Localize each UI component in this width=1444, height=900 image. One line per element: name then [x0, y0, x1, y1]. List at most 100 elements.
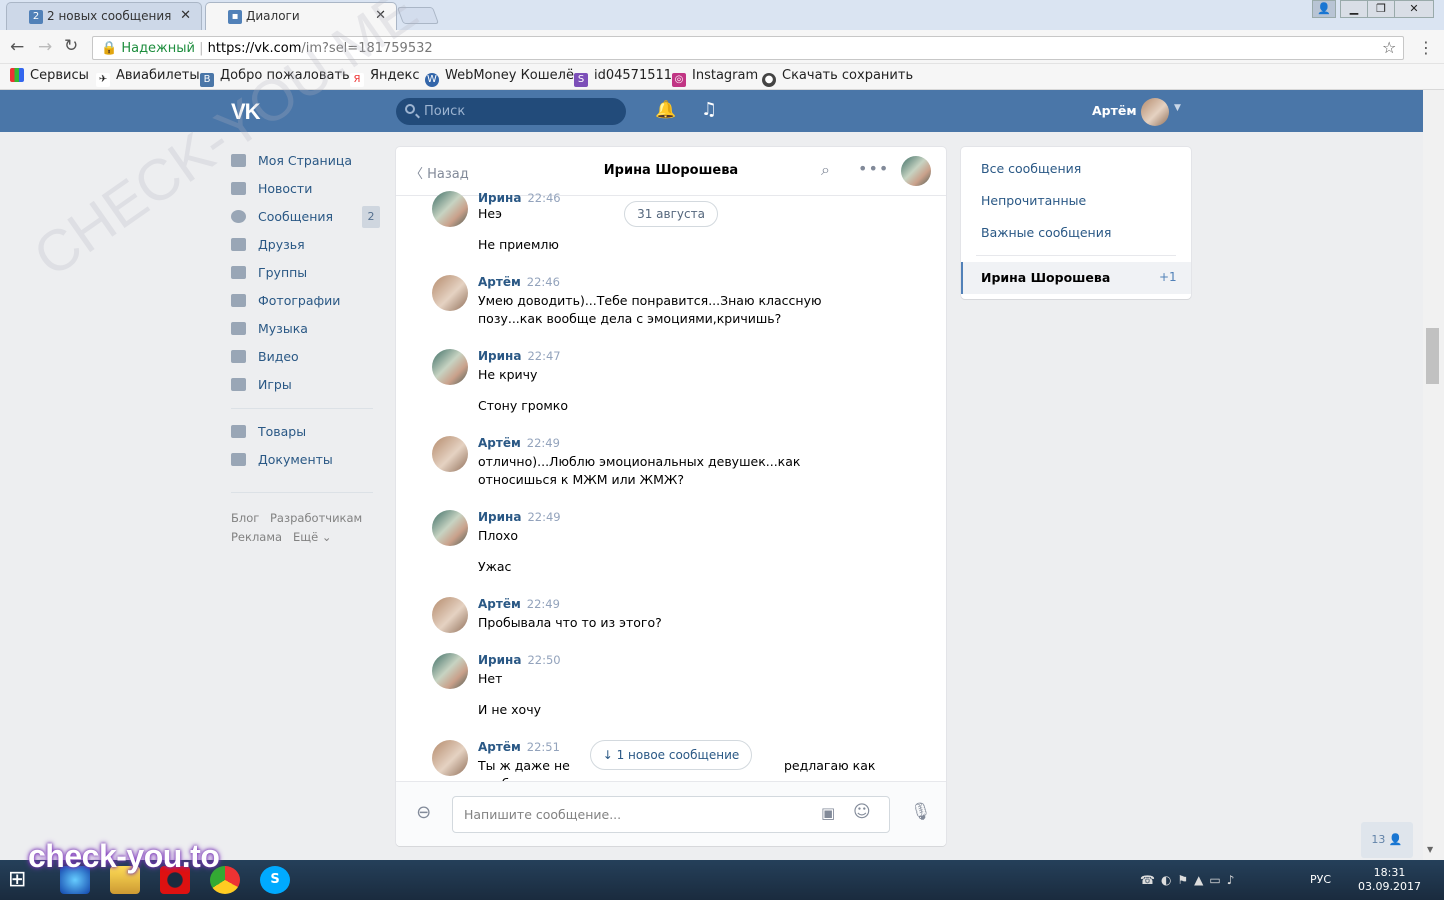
message-author[interactable]: Ирина 22:47 [478, 349, 561, 363]
filter-important[interactable]: Важные сообщения [981, 225, 1111, 240]
skype-icon[interactable]: S [260, 866, 290, 894]
back-button[interactable]: 〈 Назад [410, 163, 469, 182]
bookmark-webmoney[interactable]: W WebMoney Кошелё [425, 68, 574, 87]
composer: ⊘ Напишите сообщение... ▣ ☺ 🎙 [396, 781, 946, 846]
search-icon [405, 104, 415, 114]
filter-unread[interactable]: Непрочитанные [981, 193, 1086, 208]
message-text: Не приемлю [478, 237, 559, 252]
avatar[interactable] [432, 275, 468, 311]
microphone-icon[interactable]: 🎙 [910, 802, 932, 822]
scrollbar-thumb[interactable] [1426, 328, 1439, 384]
sidebar-item-friends[interactable]: Друзья [231, 237, 305, 257]
back-arrow-icon[interactable]: ← [10, 37, 24, 57]
filter-all-messages[interactable]: Все сообщения [981, 161, 1081, 176]
message-author[interactable]: Артём 22:46 [478, 275, 560, 289]
scroll-down-arrow-icon[interactable]: ▼ [1427, 845, 1433, 854]
person-icon [231, 238, 246, 251]
sidebar-item-music[interactable]: Музыка [231, 321, 308, 341]
minimize-button[interactable]: ▁ [1340, 0, 1368, 18]
search-icon[interactable]: ⌕ [821, 160, 830, 180]
chevron-down-icon[interactable]: ▼ [1174, 103, 1181, 113]
bookmark-avia[interactable]: ✈ Авиабилеты [96, 68, 200, 87]
search-input[interactable]: Поиск [396, 98, 626, 125]
message-author[interactable]: Ирина 22:50 [478, 653, 561, 667]
avatar[interactable] [432, 740, 468, 776]
sidebar-item-news[interactable]: Новости [231, 181, 312, 201]
avatar[interactable] [901, 156, 931, 186]
conversation-name: Ирина Шорошева [981, 270, 1111, 285]
reload-icon[interactable]: ↻ [64, 36, 78, 56]
music-note-icon [231, 322, 246, 335]
footer-link-more[interactable]: Ещё ⌄ [293, 530, 331, 544]
system-tray-language[interactable]: РУС [1310, 873, 1331, 886]
footer-link-developers[interactable]: Разработчикам [270, 511, 362, 525]
vk-favicon-icon: ▪ [228, 10, 242, 24]
conversation-item[interactable]: Ирина Шорошева +1 [961, 262, 1191, 294]
news-icon [231, 182, 246, 195]
message-author[interactable]: Артём 22:49 [478, 597, 560, 611]
sidebar-item-video[interactable]: Видео [231, 349, 299, 369]
avatar[interactable] [432, 349, 468, 385]
message-text: Не кричу [478, 367, 538, 382]
message-group: Артём 22:46 Умею доводить)...Тебе понрави… [432, 275, 912, 335]
tab-new-messages[interactable]: 2 2 новых сообщения ✕ [6, 2, 202, 30]
bookmark-skype-id[interactable]: Sid04571511 [574, 68, 672, 87]
user-name[interactable]: Артём [1092, 103, 1137, 118]
camera-icon[interactable]: ▣ [821, 804, 835, 822]
avatar[interactable] [432, 436, 468, 472]
chevron-left-icon: 〈 [410, 167, 428, 182]
avatar[interactable] [432, 191, 468, 227]
avatar[interactable] [432, 597, 468, 633]
sidebar-item-games[interactable]: Игры [231, 377, 292, 397]
bookmark-star-icon[interactable]: ☆ [1382, 38, 1396, 57]
arrow-down-icon: ↓ [602, 748, 617, 762]
message-text: отлично)...Люблю эмоциональных девушек..… [478, 454, 801, 487]
bell-icon[interactable]: 🔔 [655, 100, 676, 120]
message-text: Ужас [478, 559, 512, 574]
message-text: Умею доводить)...Тебе понравится...Знаю … [478, 293, 822, 326]
close-tab-icon[interactable]: ✕ [180, 8, 191, 23]
online-counter[interactable]: 13 👤 [1361, 822, 1413, 858]
sidebar-item-messages[interactable]: Сообщения [231, 209, 333, 229]
more-options-icon[interactable]: ••• [858, 159, 889, 178]
page-scrollbar[interactable] [1423, 90, 1444, 860]
footer-link-ads[interactable]: Реклама [231, 530, 282, 544]
film-icon [231, 350, 246, 363]
profile-icon[interactable]: 👤 [1312, 0, 1336, 18]
avatar[interactable] [432, 510, 468, 546]
message-text: Пробывала что то из этого? [478, 615, 662, 630]
bookmark-instagram[interactable]: ◎ Instagram [672, 68, 758, 87]
forward-arrow-icon[interactable]: → [38, 37, 52, 57]
sidebar-item-photos[interactable]: Фотографии [231, 293, 340, 313]
menu-divider [231, 408, 373, 409]
emoji-icon[interactable]: ☺ [853, 802, 871, 822]
lock-icon: 🔒 [101, 41, 118, 56]
music-icon[interactable]: ♫ [701, 99, 717, 120]
message-author[interactable]: Ирина 22:46 [478, 191, 561, 205]
taskbar-clock[interactable]: 18:31 03.09.2017 [1358, 866, 1421, 894]
message-author[interactable]: Артём 22:51 [478, 740, 560, 754]
sidebar-item-documents[interactable]: Документы [231, 452, 333, 472]
message-author[interactable]: Ирина 22:49 [478, 510, 561, 524]
divider [976, 255, 1176, 256]
sidebar-item-goods[interactable]: Товары [231, 424, 306, 444]
chat-bubble-icon [231, 210, 246, 223]
footer-link-blog[interactable]: Блог [231, 511, 259, 525]
message-group: Артём 22:49 Пробывала что то из этого? [432, 597, 912, 637]
menu-kebab-icon[interactable]: ⋮ [1418, 38, 1434, 57]
bag-icon [231, 425, 246, 438]
paperclip-icon[interactable]: ⊘ [411, 800, 437, 826]
bookmark-services[interactable]: Сервисы [10, 68, 89, 83]
avatar[interactable] [432, 653, 468, 689]
tab-title: 2 новых сообщения [47, 9, 172, 23]
tray-icons[interactable]: ☎◐⚑▲▭♪ [1140, 873, 1240, 887]
new-message-button[interactable]: ↓ 1 новое сообщение [590, 740, 752, 770]
bookmark-download[interactable]: ● Скачать сохранить [762, 68, 913, 87]
sidebar-item-groups[interactable]: Группы [231, 265, 307, 285]
watermark: check-you.to [28, 838, 220, 874]
close-window-button[interactable]: ✕ [1394, 0, 1434, 18]
date-divider: 31 августа [624, 201, 718, 227]
avatar[interactable] [1141, 98, 1169, 126]
message-author[interactable]: Артём 22:49 [478, 436, 560, 450]
maximize-button[interactable]: ❐ [1367, 0, 1395, 18]
